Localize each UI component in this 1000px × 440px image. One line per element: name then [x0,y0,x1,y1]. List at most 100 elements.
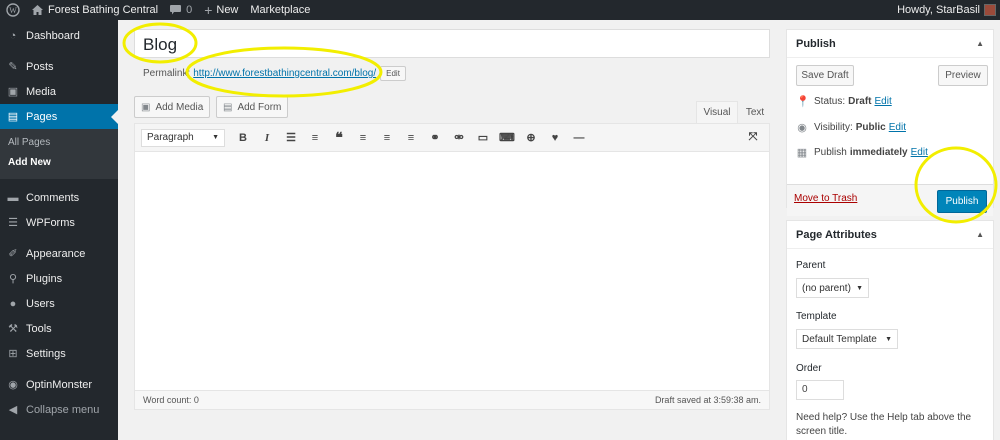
account-menu[interactable]: Howdy, StarBasil [897,4,1000,16]
save-draft-button[interactable]: Save Draft [796,65,854,86]
edit-publish-time-link[interactable]: Edit [911,147,928,158]
numbered-list-icon[interactable]: ≡ [303,128,327,148]
italic-icon[interactable]: I [255,128,279,148]
blockquote-icon[interactable]: ❝ [327,128,351,148]
howdy-greeting: Howdy, StarBasil [897,4,980,16]
unlink-icon[interactable]: ⚮ [447,128,471,148]
page-title-input[interactable]: Blog [134,29,770,58]
eye-icon: ◉ [797,122,807,134]
permalink-edit-button[interactable]: Edit [380,66,406,81]
help-text: Need help? Use the Help tab above the sc… [796,412,972,437]
collapse-arrow-icon[interactable]: ▲ [976,230,984,239]
chevron-down-icon: ▼ [856,284,863,292]
dashboard-icon: ◔ [9,29,17,42]
sidebar-item-comments[interactable]: ▬ Comments [0,185,118,210]
sidebar-item-pages[interactable]: ▤ Pages [0,104,118,129]
permalink-row: Permalink: http://www.forestbathingcentr… [143,66,406,81]
form-icon: ▤ [223,101,233,113]
horizontal-line-icon[interactable]: — [567,128,591,148]
template-select[interactable]: Default Template ▼ [796,329,898,349]
visibility-label: Visibility: [814,122,853,133]
plus-icon: + [204,2,213,18]
align-left-icon[interactable]: ≡ [351,128,375,148]
editor-status-bar: Word count: 0 Draft saved at 3:59:38 am. [134,390,770,410]
wordpress-logo-icon[interactable]: W [0,0,26,20]
align-center-icon[interactable]: ≡ [375,128,399,148]
sidebar-item-label: Dashboard [26,29,80,42]
submenu-all-pages[interactable]: All Pages [0,133,118,153]
admin-sidebar: ◔ Dashboard ✎ Posts ▣ Media ▤ Pages All … [0,20,118,440]
sidebar-item-optinmonster[interactable]: ◉ OptinMonster [0,372,118,397]
comments-icon: ▬ [7,191,19,204]
page-attributes-title: Page Attributes [796,228,877,241]
publish-box-header[interactable]: Publish ▲ [787,30,993,58]
publish-box: Publish ▲ Save Draft Preview 📍 Status: D… [786,29,994,216]
new-content-link[interactable]: + New [198,0,244,20]
add-form-label: Add Form [237,101,282,113]
sidebar-item-label: Tools [26,322,52,335]
collapse-arrow-icon[interactable]: ▲ [976,39,984,48]
sidebar-item-settings[interactable]: ⊞ Settings [0,341,118,366]
sidebar-item-label: Users [26,297,55,310]
keyboard-icon[interactable]: ⌨ [495,128,519,148]
order-input[interactable]: 0 [796,380,844,400]
sidebar-item-appearance[interactable]: ✐ Appearance [0,241,118,266]
add-media-label: Add Media [155,101,204,113]
parent-select[interactable]: (no parent) ▼ [796,278,869,298]
page-attributes-header[interactable]: Page Attributes ▲ [787,221,993,249]
publish-button[interactable]: Publish [937,190,987,213]
svg-text:W: W [9,6,17,15]
site-name-link[interactable]: Forest Bathing Central [26,0,164,20]
move-to-trash-link[interactable]: Move to Trash [794,193,857,204]
sidebar-item-wpforms[interactable]: ☰ WPForms [0,210,118,235]
fullscreen-icon[interactable]: ⤧ [741,128,765,148]
sidebar-item-posts[interactable]: ✎ Posts [0,54,118,79]
parent-select-value: (no parent) [802,282,851,294]
sidebar-item-label: OptinMonster [26,378,93,391]
forms-icon: ☰ [8,217,18,229]
link-icon[interactable]: ⚭ [423,128,447,148]
bullet-list-icon[interactable]: ☰ [279,128,303,148]
brush-icon: ✐ [8,248,18,260]
edit-visibility-link[interactable]: Edit [889,122,906,133]
marketplace-link[interactable]: Marketplace [244,0,316,20]
sidebar-item-label: Posts [26,60,54,73]
draft-saved-status: Draft saved at 3:59:38 am. [654,395,761,405]
format-select[interactable]: Paragraph ▼ [141,128,225,147]
align-right-icon[interactable]: ≡ [399,128,423,148]
sidebar-item-tools[interactable]: ⚒ Tools [0,316,118,341]
edit-status-link[interactable]: Edit [874,96,891,107]
heart-icon[interactable]: ♥ [543,128,567,148]
permalink-url[interactable]: http://www.forestbathingcentral.com/blog… [193,68,376,79]
sidebar-item-label: Settings [26,347,66,360]
add-circle-icon[interactable]: ⊕ [519,128,543,148]
sidebar-item-media[interactable]: ▣ Media [0,79,118,104]
sidebar-item-label: Collapse menu [26,403,100,416]
parent-label: Parent [796,260,826,271]
collapse-menu-button[interactable]: ◀ Collapse menu [0,397,118,422]
collapse-icon: ◀ [8,404,18,416]
content-editor[interactable]: Paragraph ▼ B I ☰ ≡ ❝ ≡ ≡ ≡ ⚭ ⚮ ▭ ⌨ ⊕ ♥ … [134,123,770,410]
optinmonster-icon: ◉ [8,379,18,391]
read-more-icon[interactable]: ▭ [471,128,495,148]
media-icon: ▣ [141,101,151,113]
sidebar-item-plugins[interactable]: ⚲ Plugins [0,266,118,291]
comments-count: 0 [186,4,193,16]
publishing-actions: Move to Trash Publish [787,184,993,216]
tab-visual[interactable]: Visual [696,101,738,123]
publish-box-title: Publish [796,37,836,50]
tab-text[interactable]: Text [740,101,770,123]
sidebar-item-users[interactable]: ● Users [0,291,118,316]
comment-bubble-icon [170,5,182,15]
status-label: Status: [814,96,846,107]
sidebar-item-dashboard[interactable]: ◔ Dashboard [0,23,118,48]
comments-link[interactable]: 0 [164,0,198,20]
users-icon: ● [9,297,17,310]
add-media-button[interactable]: ▣ Add Media [134,96,211,118]
add-form-button[interactable]: ▤ Add Form [216,96,289,118]
status-row: 📍 Status: Draft Edit [796,95,892,108]
plugin-icon: ⚲ [8,273,18,285]
bold-icon[interactable]: B [231,128,255,148]
submenu-add-new[interactable]: Add New [0,153,118,173]
preview-button[interactable]: Preview [938,65,988,86]
